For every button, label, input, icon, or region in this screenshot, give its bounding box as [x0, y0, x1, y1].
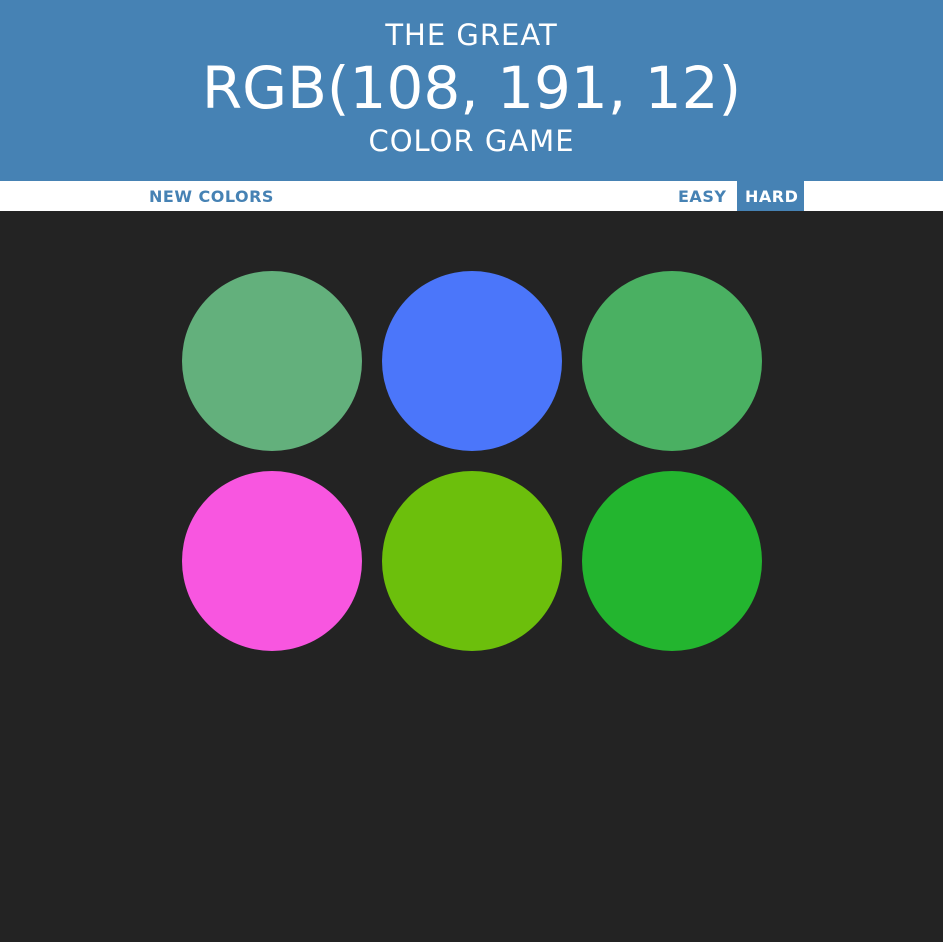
color-circle-3[interactable] [582, 271, 762, 451]
easy-mode-button[interactable]: EASY [670, 181, 735, 211]
color-display: RGB(108, 191, 12) [201, 54, 742, 122]
title-line-3: COLOR GAME [368, 124, 575, 158]
color-circle-4[interactable] [182, 471, 362, 651]
color-grid [0, 211, 943, 942]
color-circle-2[interactable] [382, 271, 562, 451]
new-colors-button[interactable]: NEW COLORS [141, 181, 282, 211]
color-circle-1[interactable] [182, 271, 362, 451]
color-circle-5[interactable] [382, 471, 562, 651]
control-stripe: NEW COLORS EASY HARD [0, 181, 943, 211]
hard-mode-button[interactable]: HARD [737, 181, 804, 211]
color-circle-6[interactable] [582, 471, 762, 651]
header: THE GREAT RGB(108, 191, 12) COLOR GAME [0, 0, 943, 181]
title-line-1: THE GREAT [385, 18, 558, 52]
